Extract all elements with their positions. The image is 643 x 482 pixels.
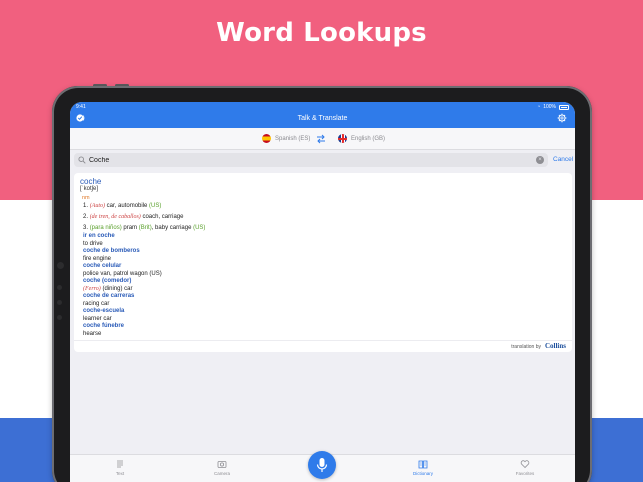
region-label: (US) — [193, 225, 206, 231]
microphone-icon — [316, 458, 328, 472]
tab-camera[interactable]: Camera — [192, 459, 252, 476]
spain-flag-icon — [262, 134, 271, 143]
tab-label: Camera — [213, 471, 230, 476]
search-icon — [78, 156, 86, 164]
camera-icon — [217, 461, 227, 468]
sense-text: pram — [121, 225, 139, 231]
dictionary-entry-card: coche [ˈkotʃe] nm 1. (Auto) car, automob… — [74, 173, 572, 352]
language-bar: Spanish (ES) English (GB) — [70, 128, 575, 150]
target-language-label: English (GB) — [351, 135, 386, 142]
search-input[interactable] — [89, 154, 529, 166]
phrase-translation: police van, patrol wagon (US) — [83, 271, 162, 277]
battery-percent: 100% — [543, 104, 556, 110]
sense-number: 3. — [83, 225, 89, 231]
gear-icon[interactable] — [557, 113, 567, 123]
sense-text: coach, carriage — [140, 214, 184, 220]
status-time: 9:41 — [76, 104, 86, 110]
sense-item: 2. (de tren, de caballos) coach, carriag… — [83, 214, 184, 220]
entry-headword: coche — [80, 177, 102, 186]
swap-arrows-icon[interactable] — [315, 133, 327, 145]
tab-text[interactable]: Text — [90, 459, 150, 476]
device-sensor — [57, 300, 62, 305]
app-screen: 9:41 ◔ 100% Talk & Translate Spanish (ES… — [70, 102, 575, 482]
source-language-button[interactable]: Spanish (ES) — [262, 134, 310, 143]
wifi-icon: ◔ — [537, 104, 541, 110]
sense-number: 1. — [83, 203, 89, 209]
nav-title: Talk & Translate — [297, 115, 348, 122]
phrase-headword[interactable]: coche fúnebre — [83, 323, 124, 329]
status-indicators: ◔ 100% — [537, 104, 569, 110]
field-label: (Ferro) — [83, 286, 101, 292]
tab-favorites[interactable]: Favorites — [495, 459, 555, 476]
region-label: (US) — [149, 203, 162, 209]
sense-label: (de tren, de caballos) — [89, 214, 141, 220]
phrase-headword[interactable]: ir en coche — [83, 233, 115, 239]
entry-pronunciation: [ˈkotʃe] — [80, 186, 99, 192]
nav-bar: 9:41 ◔ 100% Talk & Translate — [70, 102, 575, 128]
sense-text: , baby carriage — [151, 225, 194, 231]
entry-part-of-speech: nm — [82, 195, 90, 201]
phrase-headword[interactable]: coche (comedor) — [83, 278, 131, 284]
device-sensor — [57, 315, 62, 320]
source-language-label: Spanish (ES) — [275, 135, 311, 142]
collins-logo[interactable]: Collins — [545, 342, 566, 350]
phrase-translation: learner car — [83, 316, 112, 322]
tab-label: Text — [115, 471, 125, 476]
text-lines-icon — [117, 460, 123, 468]
sense-item: 1. (Auto) car, automobile (US) — [83, 203, 161, 209]
tab-dictionary[interactable]: Dictionary — [393, 459, 453, 476]
phrase-translation-text: (dining) car — [100, 286, 133, 292]
target-language-button[interactable]: English (GB) — [338, 134, 385, 143]
device-sensor — [57, 285, 62, 290]
sense-item: 3. (para niños) pram (Brit), baby carria… — [83, 225, 205, 231]
promo-headline: Word Lookups — [216, 18, 427, 48]
phrase-translation: to drive — [83, 241, 103, 247]
sense-label: (Auto) — [89, 203, 106, 209]
phrase-headword[interactable]: coche celular — [83, 263, 121, 269]
tab-label: Dictionary — [412, 471, 433, 476]
uk-flag-icon — [338, 134, 347, 143]
heart-icon — [520, 460, 530, 469]
dictionary-book-icon — [418, 460, 428, 469]
card-divider — [74, 340, 572, 341]
phrase-translation: fire engine — [83, 256, 112, 262]
search-field[interactable]: × — [74, 153, 548, 167]
tab-label: Favorites — [515, 471, 535, 476]
microphone-button[interactable] — [308, 451, 336, 479]
search-row: × Cancel — [70, 150, 575, 170]
sense-number: 2. — [83, 214, 89, 220]
cancel-button[interactable]: Cancel — [553, 156, 573, 163]
phrase-translation: racing car — [83, 301, 110, 307]
phrase-translation: (Ferro) (dining) car — [83, 286, 132, 292]
phrase-headword[interactable]: coche-escuela — [83, 308, 124, 314]
phrase-headword[interactable]: coche de bomberos — [83, 248, 140, 254]
device-camera — [57, 262, 64, 269]
battery-icon — [559, 104, 569, 110]
attribution-text: translation by — [511, 344, 541, 350]
phrase-headword[interactable]: coche de carreras — [83, 293, 134, 299]
sense-text: car, automobile — [105, 203, 150, 209]
region-label: (Brit) — [138, 225, 152, 231]
attribution: translation by Collins — [511, 342, 566, 350]
sense-label: (para niños) — [89, 225, 122, 231]
clear-search-icon[interactable]: × — [536, 156, 544, 164]
phrase-translation: hearse — [83, 331, 102, 337]
